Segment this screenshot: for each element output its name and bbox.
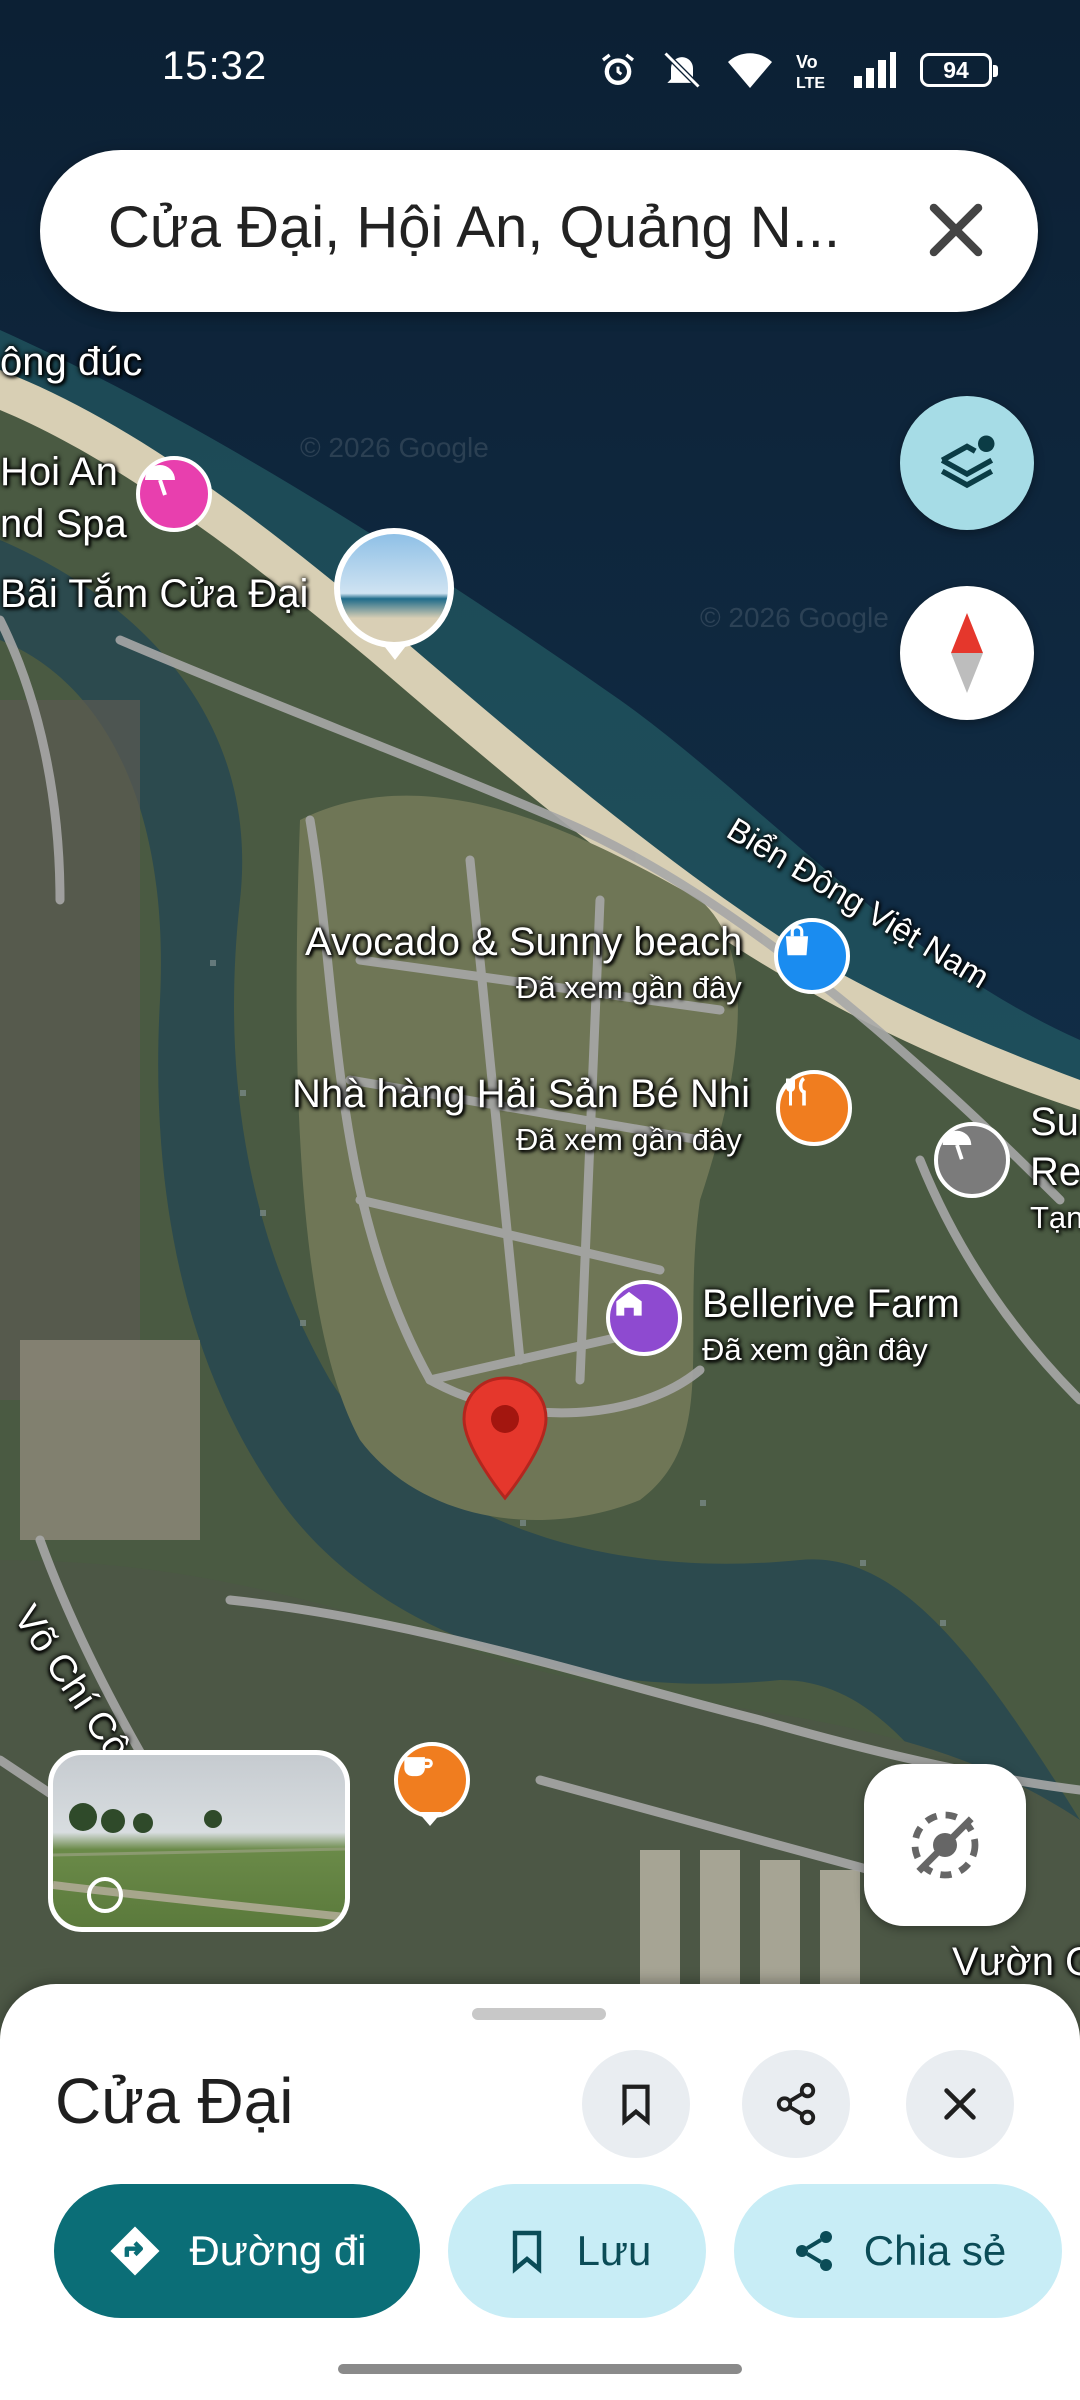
- directions-icon: [110, 2226, 160, 2276]
- landmark-icon: [616, 1291, 642, 1316]
- compass-button[interactable]: [900, 586, 1034, 720]
- location-marker-icon[interactable]: [460, 1374, 550, 1502]
- share-label: Chia sẻ: [863, 2227, 1007, 2274]
- umbrella-icon: [145, 465, 175, 496]
- gray-umbrella-pin[interactable]: [934, 1122, 1010, 1198]
- map-label-dong-duc: ông đúc: [0, 340, 143, 384]
- svg-text:Vo: Vo: [796, 52, 818, 72]
- map-label-avocado[interactable]: Avocado & Sunny beach: [305, 920, 742, 965]
- map-label-nha-hang[interactable]: Nhà hàng Hải Sản Bé Nhi: [292, 1072, 750, 1117]
- mute-icon: [663, 51, 701, 89]
- map-label-bellerive[interactable]: Bellerive Farm: [702, 1282, 960, 1327]
- fork-knife-icon: [786, 1077, 806, 1106]
- farm-pin[interactable]: [606, 1280, 682, 1356]
- street-view-scene: [53, 1803, 345, 1921]
- layers-button[interactable]: [900, 396, 1034, 530]
- save-button[interactable]: Lưu: [448, 2184, 706, 2318]
- svg-text:LTE: LTE: [796, 75, 825, 90]
- spa-umbrella-pin[interactable]: [136, 456, 212, 532]
- share-button[interactable]: [742, 2050, 850, 2158]
- share-icon: [776, 2082, 816, 2126]
- map-label-hoi-an[interactable]: Hoi An: [0, 450, 118, 495]
- status-icons: Vo LTE 94: [598, 48, 998, 92]
- place-bottom-sheet[interactable]: Cửa Đại Đường đi Lưu Chia sẻ: [0, 1984, 1080, 2400]
- photo-pin-tail: [381, 642, 409, 660]
- bookmark-icon: [622, 2084, 650, 2126]
- compass-icon: [951, 613, 983, 693]
- battery-icon: 94: [920, 53, 998, 87]
- shopping-pin[interactable]: [774, 918, 850, 994]
- street-view-thumbnail[interactable]: [48, 1750, 350, 1932]
- my-location-button[interactable]: [864, 1764, 1026, 1926]
- shopping-bag-icon: [785, 925, 809, 956]
- restaurant-pin[interactable]: [776, 1070, 852, 1146]
- close-icon: [944, 2088, 976, 2120]
- gesture-nav-bar[interactable]: [338, 2364, 742, 2374]
- map-label-re: Re: [1030, 1150, 1080, 1194]
- map-label-su: Su: [1030, 1100, 1079, 1144]
- search-query[interactable]: Cửa Đại, Hội An, Quảng N...: [108, 194, 888, 261]
- status-bar: 15:32 Vo LTE 94: [0, 0, 1080, 140]
- map-label-bai-tam[interactable]: Bãi Tắm Cửa Đại: [0, 572, 308, 617]
- map-sublabel-bellerive: Đã xem gần đây: [702, 1332, 928, 1367]
- share-action-button[interactable]: Chia sẻ: [734, 2184, 1062, 2318]
- wifi-icon: [728, 53, 772, 88]
- close-sheet-button[interactable]: [906, 2050, 1014, 2158]
- map-sublabel-nha-hang: Đã xem gần đây: [516, 1122, 742, 1157]
- map-sublabel-avocado: Đã xem gần đây: [516, 970, 742, 1005]
- bookmark-icon: [512, 2230, 541, 2274]
- coffee-cup-icon: [404, 1757, 433, 1777]
- volte-icon: Vo LTE: [796, 52, 825, 90]
- cafe-pin-tail: [418, 1812, 442, 1826]
- map-label-spa[interactable]: nd Spa: [0, 502, 127, 547]
- share-icon: [795, 2231, 832, 2271]
- alarm-icon: [602, 53, 634, 85]
- map-watermark: © 2026 Google: [700, 602, 889, 633]
- directions-button[interactable]: Đường đi: [54, 2184, 420, 2318]
- map-label-vuon: Vườn G: [952, 1940, 1080, 1984]
- search-bar[interactable]: Cửa Đại, Hội An, Quảng N...: [40, 150, 1038, 312]
- bookmark-button[interactable]: [582, 2050, 690, 2158]
- close-icon[interactable]: [918, 192, 994, 268]
- drag-handle[interactable]: [472, 2008, 606, 2020]
- umbrella-icon: [942, 1130, 972, 1160]
- map-label-tan: Tạn: [1030, 1200, 1080, 1235]
- layers-icon: [940, 435, 995, 489]
- save-label: Lưu: [576, 2227, 652, 2274]
- beach-photo-pin[interactable]: [334, 528, 454, 648]
- map-watermark: © 2026 Google: [300, 432, 489, 463]
- signal-icon: [854, 52, 896, 88]
- status-time: 15:32: [162, 44, 268, 88]
- place-title: Cửa Đại: [55, 2065, 294, 2137]
- location-disabled-icon: [911, 1811, 979, 1879]
- directions-label: Đường đi: [189, 2227, 367, 2274]
- cafe-pin[interactable]: [394, 1742, 470, 1818]
